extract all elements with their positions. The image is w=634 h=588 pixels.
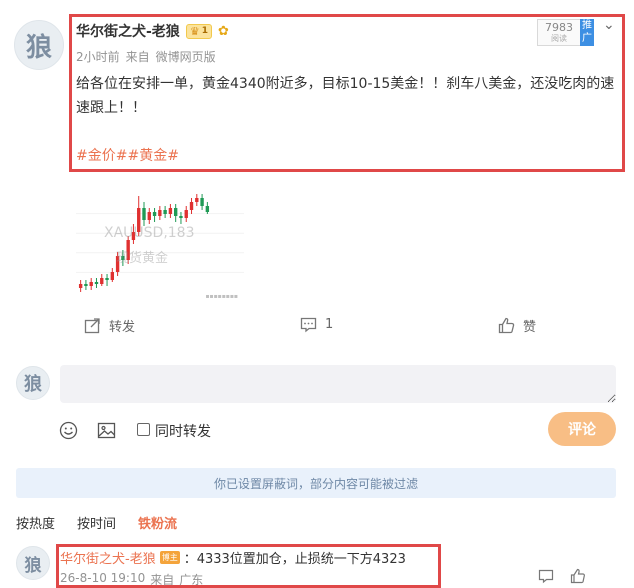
- candle-body: [173, 208, 178, 216]
- reply-icon[interactable]: [538, 568, 554, 584]
- candle-body: [105, 278, 109, 280]
- chevron-down-icon[interactable]: ⌄: [603, 17, 615, 33]
- candle-body: [189, 202, 194, 210]
- chart-symbol-label: XAUUSD,183: [104, 225, 195, 241]
- candle-body: [152, 212, 157, 216]
- read-count: 7983: [545, 21, 573, 34]
- comment-author[interactable]: 华尔街之犬-老狼: [60, 548, 156, 567]
- comment-actions: [538, 568, 586, 584]
- candle-body: [100, 278, 104, 284]
- chart-watermark: ▪▪▪▪▪▪▪▪: [205, 293, 238, 300]
- candle-body: [200, 198, 204, 206]
- comment-button[interactable]: 1: [300, 316, 333, 333]
- comment-count: 1: [325, 317, 334, 332]
- candle-body: [84, 284, 88, 286]
- repost-checkbox[interactable]: [137, 423, 150, 436]
- chart-name-label: 现货黄金: [116, 251, 169, 266]
- comment-icon: [300, 317, 317, 333]
- read-count-box: 7983 阅读: [537, 19, 580, 46]
- comment-sort-tabs: 按热度 按时间 铁粉流: [16, 513, 177, 532]
- tab-by-time[interactable]: 按时间: [77, 513, 116, 532]
- filter-notice: 你已设置屏蔽词，部分内容可能被过滤: [16, 468, 616, 498]
- current-user-avatar: 狼: [16, 366, 50, 400]
- post-source: 微博网页版: [155, 50, 216, 64]
- submit-comment-button[interactable]: 评论: [548, 412, 616, 446]
- hashtag-link[interactable]: #金价#: [76, 148, 127, 164]
- emoji-icon[interactable]: [59, 421, 78, 440]
- comment-time: 26-8-10 19:10: [60, 571, 146, 585]
- candle-body: [147, 212, 151, 220]
- post-chart-image[interactable]: XAUUSD,183 现货黄金 ▪▪▪▪▪▪▪▪: [76, 180, 244, 306]
- candle-body: [205, 206, 210, 212]
- post-meta: 2小时前 来自 微博网页版: [76, 48, 216, 65]
- candle-body: [184, 210, 188, 218]
- candle-body: [110, 272, 115, 280]
- comment-location: 广东: [179, 573, 204, 587]
- post-body: 给各位在安排一单，黄金4340附近多，目标10-15美金！！刹车八美金，还没吃肉…: [76, 76, 615, 116]
- comment-meta: 26-8-10 19:10 来自 广东: [60, 571, 203, 588]
- author-avatar[interactable]: 狼: [14, 20, 64, 70]
- thumbs-up-icon[interactable]: [570, 568, 586, 584]
- tab-iron-fans[interactable]: 铁粉流: [138, 513, 177, 532]
- candle-body: [78, 284, 83, 288]
- author-name[interactable]: 华尔街之犬-老狼: [76, 21, 180, 41]
- post-action-bar: 转发 1 赞: [0, 314, 634, 336]
- comment-source-prefix: 来自: [150, 573, 175, 587]
- candle-body: [179, 216, 183, 218]
- blogger-badge: 博主: [159, 551, 180, 564]
- candle-body: [142, 208, 146, 220]
- hashtag-link[interactable]: #黄金#: [127, 148, 178, 164]
- tab-by-popularity[interactable]: 按热度: [16, 513, 55, 532]
- share-label: 转发: [109, 320, 136, 335]
- hashtags: #金价##黄金#: [76, 145, 179, 165]
- candle-body: [94, 282, 99, 284]
- image-icon[interactable]: [97, 421, 116, 440]
- read-label: 阅读: [551, 34, 567, 43]
- candle-body: [195, 198, 199, 202]
- comment-input[interactable]: [60, 365, 616, 403]
- comment-text: ：4333位置加仓，止损统一下方4323: [183, 552, 406, 567]
- repost-label[interactable]: 同时转发: [155, 421, 211, 441]
- author-row: 华尔街之犬-老狼 ♛ 1 ✿: [76, 21, 229, 41]
- share-icon: [84, 318, 100, 334]
- like-label: 赞: [523, 320, 537, 335]
- commenter-avatar[interactable]: 狼: [16, 546, 50, 580]
- comment-row: 华尔街之犬-老狼 博主 ：4333位置加仓，止损统一下方4323: [60, 548, 406, 567]
- source-prefix: 来自: [125, 50, 150, 64]
- candle-body: [89, 282, 93, 286]
- post-time[interactable]: 2小时前: [76, 48, 120, 65]
- flower-icon: ✿: [217, 23, 229, 39]
- crown-level: 1: [201, 26, 208, 36]
- crown-badge[interactable]: ♛ 1: [185, 23, 212, 39]
- candle-body: [163, 210, 167, 214]
- promote-button[interactable]: 推广: [580, 19, 594, 46]
- candlestick-chart: [76, 194, 244, 292]
- candle-body: [168, 208, 173, 214]
- thumbs-up-icon: [498, 317, 515, 334]
- share-button[interactable]: 转发: [84, 316, 135, 335]
- crown-icon: ♛: [189, 24, 200, 38]
- like-button[interactable]: 赞: [498, 316, 536, 335]
- candle-body: [158, 210, 162, 216]
